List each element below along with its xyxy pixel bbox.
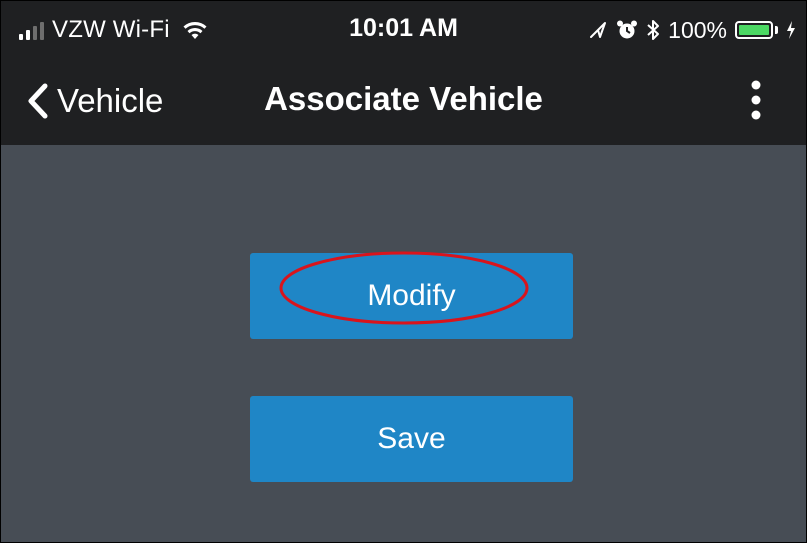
main-content: Modify Save bbox=[1, 145, 806, 542]
bluetooth-icon bbox=[647, 20, 660, 40]
battery-icon bbox=[735, 21, 773, 39]
page-title: Associate Vehicle bbox=[264, 80, 543, 117]
status-bar: VZW Wi-Fi 10:01 AM 100% bbox=[1, 1, 806, 59]
alarm-icon bbox=[617, 20, 638, 39]
battery-level bbox=[739, 25, 769, 35]
phone-screen: VZW Wi-Fi 10:01 AM 100% Vehicle Associat… bbox=[0, 0, 807, 543]
location-arrow-icon bbox=[590, 22, 607, 38]
battery-cap bbox=[775, 26, 778, 34]
nav-bar: Vehicle Associate Vehicle bbox=[1, 59, 806, 145]
battery-percent: 100% bbox=[668, 16, 727, 43]
more-vertical-icon[interactable] bbox=[750, 79, 762, 121]
save-button[interactable]: Save bbox=[250, 396, 573, 482]
modify-button[interactable]: Modify bbox=[250, 253, 573, 339]
charging-bolt-icon bbox=[787, 21, 795, 39]
status-right: 100% bbox=[588, 13, 796, 47]
